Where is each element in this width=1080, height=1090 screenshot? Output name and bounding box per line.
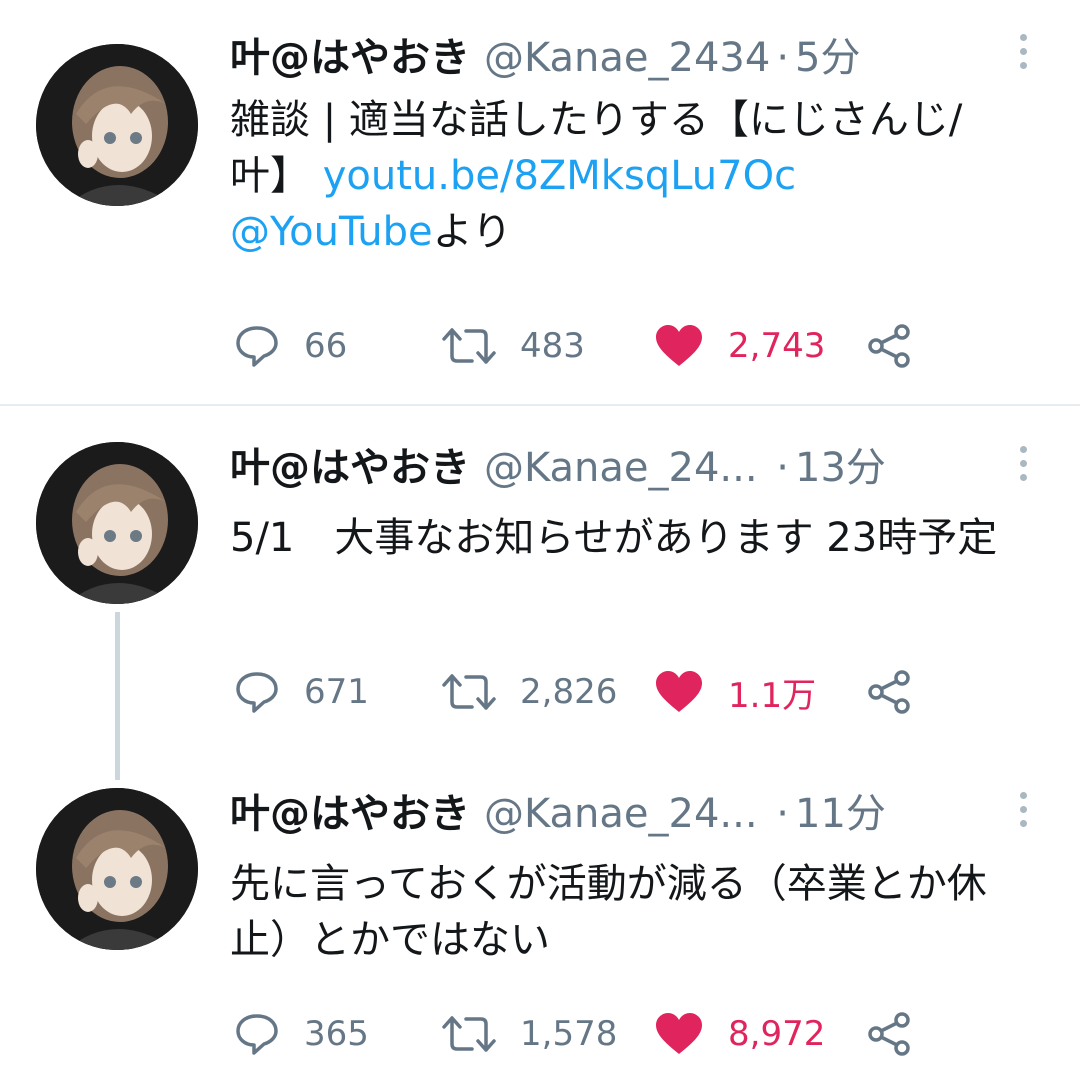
timestamp[interactable]: 13分 (795, 445, 886, 491)
tweet-header: 叶@はやおき @Kanae_24... · 11分 (230, 786, 1040, 842)
reply-icon (236, 672, 278, 713)
retweet-button[interactable]: 483 (442, 316, 585, 376)
like-count: 2,743 (728, 326, 826, 366)
retweet-count: 2,826 (520, 672, 618, 712)
mention-link[interactable]: @YouTube (230, 209, 433, 255)
tweet-3[interactable]: 叶@はやおき @Kanae_24... · 11分 先に言っておくが活動が減る（卒業… (0, 766, 1080, 1090)
action-bar: 365 1,578 8,972 (230, 1004, 1040, 1064)
share-icon (868, 324, 910, 368)
tweet-header: 叶@はやおき @Kanae_2434 · 5分 (230, 30, 1040, 86)
retweet-icon (442, 674, 496, 710)
retweet-button[interactable]: 1,578 (442, 1004, 617, 1064)
separator-dot: · (776, 35, 790, 81)
separator-dot: · (763, 791, 789, 837)
heart-icon (656, 671, 702, 712)
mention-suffix: より (432, 209, 512, 255)
handle[interactable]: @Kanae_2434 (484, 35, 770, 81)
timestamp[interactable]: 5分 (795, 35, 860, 81)
like-count: 8,972 (728, 1014, 826, 1054)
handle[interactable]: @Kanae_24... (484, 791, 758, 837)
share-icon (868, 670, 910, 714)
reply-icon (236, 326, 278, 367)
tweet-text-content: 5/1 大事なお知らせがあります 23時予定 (230, 515, 998, 561)
share-button[interactable] (866, 316, 914, 376)
avatar[interactable] (36, 788, 198, 950)
retweet-count: 483 (520, 326, 585, 366)
display-name[interactable]: 叶@はやおき (230, 445, 470, 491)
reply-count: 671 (304, 672, 369, 712)
tweet-text: 雑談 | 適当な話したりする【にじさんじ/叶】 youtu.be/8ZMksqL… (230, 92, 1040, 260)
like-count: 1.1万 (728, 675, 817, 716)
display-name[interactable]: 叶@はやおき (230, 35, 470, 81)
like-button[interactable]: 8,972 (654, 1004, 825, 1064)
handle[interactable]: @Kanae_24... (484, 445, 758, 491)
share-button[interactable] (866, 1004, 914, 1064)
tweet-divider (0, 404, 1080, 406)
display-name[interactable]: 叶@はやおき (230, 791, 470, 837)
action-bar: 66 483 2,743 (230, 316, 1040, 376)
action-bar: 671 2,826 1.1万 (230, 662, 1040, 722)
more-icon[interactable] (1016, 34, 1030, 78)
heart-icon (656, 1013, 702, 1054)
reply-button[interactable]: 365 (234, 1004, 369, 1064)
tweet-2[interactable]: 叶@はやおき @Kanae_24... · 13分 5/1 大事なお知らせがあります… (0, 420, 1080, 780)
retweet-count: 1,578 (520, 1014, 618, 1054)
reply-count: 365 (304, 1014, 369, 1054)
tweet-text-content: 先に言っておくが活動が減る（卒業とか休止）とかではない (230, 861, 987, 963)
reply-button[interactable]: 66 (234, 316, 347, 376)
like-button[interactable]: 2,743 (654, 316, 825, 376)
separator-dot: · (763, 445, 789, 491)
tweet-header: 叶@はやおき @Kanae_24... · 13分 (230, 440, 1040, 496)
heart-icon (656, 325, 702, 366)
tweet-text: 先に言っておくが活動が減る（卒業とか休止）とかではない (230, 856, 1040, 968)
like-button[interactable]: 1.1万 (654, 662, 816, 722)
timestamp[interactable]: 11分 (795, 791, 886, 837)
reply-icon (236, 1014, 278, 1055)
tweet-text: 5/1 大事なお知らせがあります 23時予定 (230, 510, 1040, 566)
tweet-1[interactable]: 叶@はやおき @Kanae_2434 · 5分 雑談 | 適当な話したりする【にじさん… (0, 0, 1080, 404)
retweet-icon (442, 328, 496, 364)
reply-button[interactable]: 671 (234, 662, 369, 722)
share-button[interactable] (866, 662, 914, 722)
avatar[interactable] (36, 44, 198, 206)
reply-count: 66 (304, 326, 348, 366)
thread-line (115, 612, 120, 780)
tweet-link[interactable]: youtu.be/8ZMksqLu7Oc (323, 153, 796, 199)
more-icon[interactable] (1016, 792, 1030, 836)
retweet-icon (442, 1016, 496, 1052)
share-icon (868, 1012, 910, 1056)
retweet-button[interactable]: 2,826 (442, 662, 617, 722)
avatar[interactable] (36, 442, 198, 604)
more-icon[interactable] (1016, 446, 1030, 490)
